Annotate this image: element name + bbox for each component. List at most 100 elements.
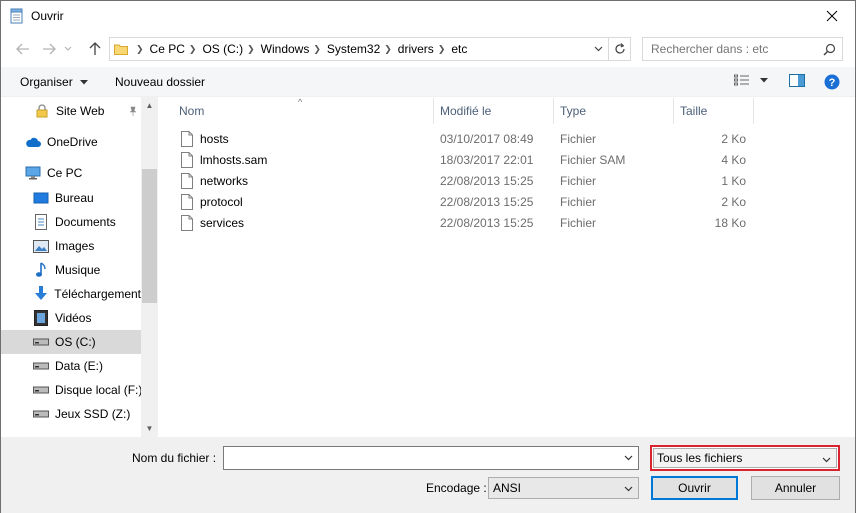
sidebar-item-label: Ce PC — [47, 166, 83, 180]
column-header-modified[interactable]: Modifié le — [434, 98, 554, 124]
organize-label: Organiser — [20, 75, 73, 89]
close-button[interactable] — [809, 1, 855, 31]
music-icon — [33, 262, 49, 278]
table-row[interactable]: protocol 22/08/2013 15:25 Fichier 2 Ko — [159, 192, 759, 213]
column-header-label: Taille — [680, 104, 708, 118]
caret-down-icon — [760, 77, 768, 82]
open-button[interactable]: Ouvrir — [651, 476, 738, 500]
title-bar: Ouvrir — [1, 1, 855, 31]
sidebar-item-musique[interactable]: Musique — [1, 258, 141, 282]
file-type: Fichier — [560, 216, 597, 230]
arrow-right-icon — [43, 43, 56, 55]
up-button[interactable] — [85, 39, 105, 59]
breadcrumb-os-c[interactable]: OS (C:) — [202, 42, 243, 56]
column-header-type[interactable]: Type — [554, 98, 674, 124]
pin-icon — [129, 106, 137, 116]
search-input[interactable] — [651, 42, 821, 56]
refresh-button[interactable] — [608, 38, 630, 60]
drive-icon — [33, 406, 49, 422]
new-folder-button[interactable]: Nouveau dossier — [115, 75, 205, 89]
breadcrumb-drivers[interactable]: drivers — [398, 42, 434, 56]
column-header-label: Modifié le — [440, 104, 492, 118]
sidebar-item-telechargement[interactable]: Téléchargement — [1, 282, 141, 306]
documents-icon — [33, 214, 49, 230]
breadcrumb-separator-icon: ❯ — [437, 43, 446, 54]
organize-menu[interactable]: Organiser — [20, 75, 89, 89]
drive-icon — [33, 334, 49, 350]
file-name: services — [200, 216, 245, 230]
back-button[interactable] — [13, 39, 33, 59]
sidebar-item-videos[interactable]: Vidéos — [1, 306, 141, 330]
sidebar-item-documents[interactable]: Documents — [1, 210, 141, 234]
address-bar[interactable]: ❯ Ce PC ❯ OS (C:) ❯ Windows ❯ System32 ❯… — [109, 37, 631, 61]
breadcrumb-separator-icon: ❯ — [313, 43, 321, 54]
video-icon — [33, 310, 49, 326]
breadcrumb-system32[interactable]: System32 — [327, 42, 380, 56]
encoding-value: ANSI — [493, 481, 522, 495]
filename-combobox[interactable] — [223, 446, 639, 470]
scroll-down-arrow-icon[interactable]: ▼ — [141, 420, 158, 437]
scroll-up-arrow-icon[interactable]: ▲ — [141, 97, 158, 114]
column-header-name[interactable]: Nom — [173, 98, 434, 124]
preview-pane-icon — [789, 74, 805, 87]
filename-label: Nom du fichier : — [132, 451, 217, 465]
sidebar-item-label: OneDrive — [47, 135, 98, 149]
download-icon — [33, 286, 48, 302]
table-row[interactable]: services 22/08/2013 15:25 Fichier 18 Ko — [159, 213, 759, 234]
sidebar-item-onedrive[interactable]: OneDrive — [1, 130, 141, 154]
scrollbar-thumb[interactable] — [142, 169, 157, 303]
search-box[interactable] — [642, 37, 843, 61]
breadcrumb-windows[interactable]: Windows — [261, 42, 310, 56]
sidebar-item-bureau[interactable]: Bureau — [1, 186, 141, 210]
help-icon: ? — [824, 74, 840, 90]
breadcrumb-separator-icon: ❯ — [188, 43, 197, 54]
dialog-footer: Nom du fichier : Tous les fichiers Encod… — [1, 437, 855, 513]
sidebar-item-label: Images — [55, 239, 95, 253]
desktop-icon — [33, 190, 49, 206]
view-options[interactable] — [734, 74, 768, 86]
file-type-filter-value: Tous les fichiers — [657, 451, 743, 465]
sidebar-item-data-e[interactable]: Data (E:) — [1, 354, 141, 378]
sidebar-item-images[interactable]: Images — [1, 234, 141, 258]
file-type-filter-select[interactable]: Tous les fichiers — [650, 445, 840, 471]
sidebar-scrollbar[interactable]: ▲ ▼ — [141, 97, 158, 437]
file-list: ^ Nom Modifié le Type Taille hosts 03/10… — [159, 97, 855, 437]
svg-text:?: ? — [829, 77, 836, 89]
details-view-icon — [734, 74, 749, 86]
breadcrumb-separator-icon: ❯ — [247, 43, 255, 54]
filename-dropdown-button[interactable] — [618, 447, 638, 469]
sidebar-item-jeux-ssd-z[interactable]: Jeux SSD (Z:) — [1, 402, 141, 426]
folder-icon — [114, 44, 128, 55]
file-modified: 22/08/2013 15:25 — [440, 195, 534, 209]
filename-input[interactable] — [224, 447, 614, 469]
table-row[interactable]: lmhosts.sam 18/03/2017 22:01 Fichier SAM… — [159, 150, 759, 171]
drive-icon — [33, 358, 49, 374]
sidebar-item-site-web[interactable]: Site Web — [1, 99, 141, 123]
preview-pane-button[interactable] — [789, 74, 805, 87]
file-size: 4 Ko — [721, 153, 746, 167]
file-size: 2 Ko — [721, 195, 746, 209]
column-header-size[interactable]: Taille — [674, 98, 754, 124]
help-button[interactable]: ? — [824, 74, 840, 90]
breadcrumb-ce-pc[interactable]: Ce PC — [150, 42, 185, 56]
file-icon — [181, 131, 193, 147]
recent-locations-button[interactable] — [61, 39, 75, 59]
sidebar-item-ce-pc[interactable]: Ce PC — [1, 161, 141, 185]
sidebar-item-os-c[interactable]: OS (C:) — [1, 330, 141, 354]
address-history-dropdown[interactable] — [588, 38, 608, 60]
sidebar-item-disque-local-f[interactable]: Disque local (F:) — [1, 378, 142, 402]
column-header-label: Type — [560, 104, 587, 118]
sidebar-item-label: Vidéos — [55, 311, 92, 325]
sidebar-item-label: Bureau — [55, 191, 94, 205]
new-folder-label: Nouveau dossier — [115, 75, 206, 89]
forward-button[interactable] — [39, 39, 59, 59]
file-name: hosts — [200, 132, 229, 146]
sidebar-item-label: Téléchargement — [54, 287, 141, 301]
breadcrumb-etc[interactable]: etc — [451, 42, 467, 56]
arrow-left-icon — [16, 43, 29, 55]
table-row[interactable]: networks 22/08/2013 15:25 Fichier 1 Ko — [159, 171, 759, 192]
cancel-button[interactable]: Annuler — [751, 476, 840, 500]
table-row[interactable]: hosts 03/10/2017 08:49 Fichier 2 Ko — [159, 129, 759, 150]
encoding-select[interactable]: ANSI — [488, 477, 639, 499]
chevron-down-icon — [594, 46, 602, 52]
